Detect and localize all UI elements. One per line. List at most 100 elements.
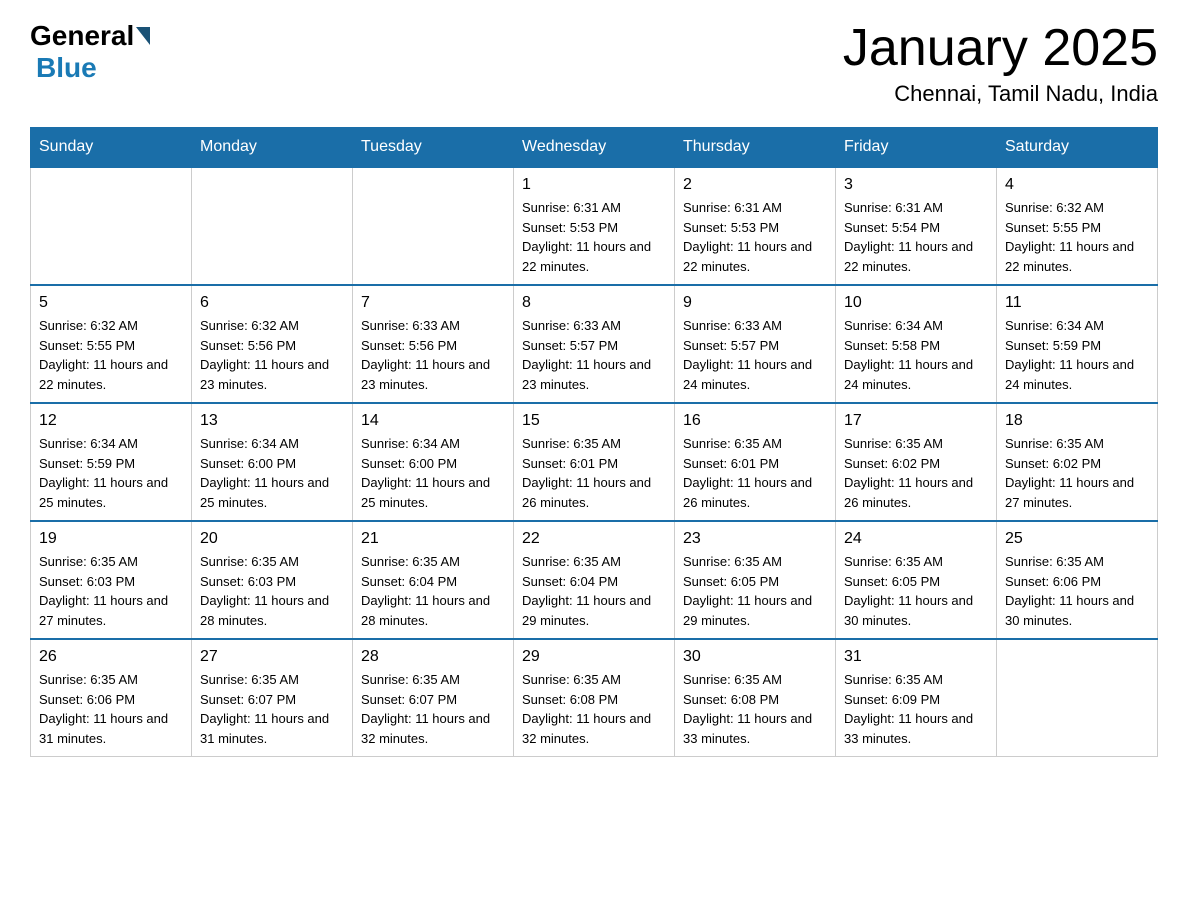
- day-info: Sunrise: 6:35 AMSunset: 6:04 PMDaylight:…: [522, 552, 666, 630]
- day-info: Sunrise: 6:35 AMSunset: 6:05 PMDaylight:…: [683, 552, 827, 630]
- day-info: Sunrise: 6:35 AMSunset: 6:08 PMDaylight:…: [522, 670, 666, 748]
- day-info: Sunrise: 6:35 AMSunset: 6:03 PMDaylight:…: [39, 552, 183, 630]
- day-number: 5: [39, 294, 183, 312]
- day-number: 23: [683, 530, 827, 548]
- day-info: Sunrise: 6:35 AMSunset: 6:02 PMDaylight:…: [844, 434, 988, 512]
- calendar-header-friday: Friday: [836, 128, 997, 168]
- day-info: Sunrise: 6:34 AMSunset: 5:59 PMDaylight:…: [39, 434, 183, 512]
- day-info: Sunrise: 6:34 AMSunset: 5:59 PMDaylight:…: [1005, 316, 1149, 394]
- day-info: Sunrise: 6:35 AMSunset: 6:01 PMDaylight:…: [683, 434, 827, 512]
- day-info: Sunrise: 6:35 AMSunset: 6:04 PMDaylight:…: [361, 552, 505, 630]
- day-number: 15: [522, 412, 666, 430]
- day-info: Sunrise: 6:35 AMSunset: 6:06 PMDaylight:…: [1005, 552, 1149, 630]
- day-info: Sunrise: 6:31 AMSunset: 5:53 PMDaylight:…: [683, 198, 827, 276]
- calendar-cell: 10 Sunrise: 6:34 AMSunset: 5:58 PMDayligh…: [836, 285, 997, 403]
- location: Chennai, Tamil Nadu, India: [843, 81, 1158, 107]
- calendar-cell: 3 Sunrise: 6:31 AMSunset: 5:54 PMDaylight…: [836, 167, 997, 285]
- day-info: Sunrise: 6:35 AMSunset: 6:06 PMDaylight:…: [39, 670, 183, 748]
- day-number: 10: [844, 294, 988, 312]
- page-header: General Blue January 2025 Chennai, Tamil…: [30, 20, 1158, 107]
- day-number: 18: [1005, 412, 1149, 430]
- calendar-table: SundayMondayTuesdayWednesdayThursdayFrid…: [30, 127, 1158, 757]
- calendar-cell: [31, 167, 192, 285]
- calendar-cell: 28 Sunrise: 6:35 AMSunset: 6:07 PMDayligh…: [353, 639, 514, 757]
- day-number: 14: [361, 412, 505, 430]
- calendar-cell: 23 Sunrise: 6:35 AMSunset: 6:05 PMDayligh…: [675, 521, 836, 639]
- calendar-cell: 25 Sunrise: 6:35 AMSunset: 6:06 PMDayligh…: [997, 521, 1158, 639]
- title-area: January 2025 Chennai, Tamil Nadu, India: [843, 20, 1158, 107]
- calendar-week-row: 19 Sunrise: 6:35 AMSunset: 6:03 PMDayligh…: [31, 521, 1158, 639]
- calendar-week-row: 12Sunrise: 6:34 AMSunset: 5:59 PMDayligh…: [31, 403, 1158, 521]
- calendar-cell: 31 Sunrise: 6:35 AMSunset: 6:09 PMDayligh…: [836, 639, 997, 757]
- day-number: 4: [1005, 176, 1149, 194]
- day-info: Sunrise: 6:35 AMSunset: 6:09 PMDaylight:…: [844, 670, 988, 748]
- day-number: 2: [683, 176, 827, 194]
- calendar-cell: 26 Sunrise: 6:35 AMSunset: 6:06 PMDayligh…: [31, 639, 192, 757]
- day-info: Sunrise: 6:31 AMSunset: 5:53 PMDaylight:…: [522, 198, 666, 276]
- day-number: 19: [39, 530, 183, 548]
- day-number: 21: [361, 530, 505, 548]
- calendar-cell: 20 Sunrise: 6:35 AMSunset: 6:03 PMDayligh…: [192, 521, 353, 639]
- calendar-cell: 13Sunrise: 6:34 AMSunset: 6:00 PMDayligh…: [192, 403, 353, 521]
- day-info: Sunrise: 6:34 AMSunset: 5:58 PMDaylight:…: [844, 316, 988, 394]
- day-number: 3: [844, 176, 988, 194]
- logo-blue-text: Blue: [36, 52, 97, 84]
- day-number: 8: [522, 294, 666, 312]
- day-number: 31: [844, 648, 988, 666]
- day-info: Sunrise: 6:35 AMSunset: 6:08 PMDaylight:…: [683, 670, 827, 748]
- day-info: Sunrise: 6:35 AMSunset: 6:01 PMDaylight:…: [522, 434, 666, 512]
- day-number: 7: [361, 294, 505, 312]
- day-info: Sunrise: 6:31 AMSunset: 5:54 PMDaylight:…: [844, 198, 988, 276]
- calendar-cell: 6Sunrise: 6:32 AMSunset: 5:56 PMDaylight…: [192, 285, 353, 403]
- day-number: 20: [200, 530, 344, 548]
- calendar-cell: 14 Sunrise: 6:34 AMSunset: 6:00 PMDayligh…: [353, 403, 514, 521]
- day-number: 9: [683, 294, 827, 312]
- calendar-cell: 9 Sunrise: 6:33 AMSunset: 5:57 PMDaylight…: [675, 285, 836, 403]
- calendar-header-sunday: Sunday: [31, 128, 192, 168]
- calendar-cell: 17Sunrise: 6:35 AMSunset: 6:02 PMDayligh…: [836, 403, 997, 521]
- calendar-cell: 16Sunrise: 6:35 AMSunset: 6:01 PMDayligh…: [675, 403, 836, 521]
- day-info: Sunrise: 6:34 AMSunset: 6:00 PMDaylight:…: [361, 434, 505, 512]
- day-number: 30: [683, 648, 827, 666]
- calendar-cell: 15 Sunrise: 6:35 AMSunset: 6:01 PMDayligh…: [514, 403, 675, 521]
- day-info: Sunrise: 6:33 AMSunset: 5:57 PMDaylight:…: [522, 316, 666, 394]
- calendar-cell: 4Sunrise: 6:32 AMSunset: 5:55 PMDaylight…: [997, 167, 1158, 285]
- logo-arrow-icon: [136, 27, 150, 45]
- calendar-cell: 24Sunrise: 6:35 AMSunset: 6:05 PMDayligh…: [836, 521, 997, 639]
- day-number: 11: [1005, 294, 1149, 312]
- calendar-week-row: 1 Sunrise: 6:31 AMSunset: 5:53 PMDaylight…: [31, 167, 1158, 285]
- day-info: Sunrise: 6:32 AMSunset: 5:56 PMDaylight:…: [200, 316, 344, 394]
- calendar-header-wednesday: Wednesday: [514, 128, 675, 168]
- calendar-cell: 18 Sunrise: 6:35 AMSunset: 6:02 PMDayligh…: [997, 403, 1158, 521]
- day-number: 27: [200, 648, 344, 666]
- calendar-header-saturday: Saturday: [997, 128, 1158, 168]
- calendar-cell: 29Sunrise: 6:35 AMSunset: 6:08 PMDayligh…: [514, 639, 675, 757]
- calendar-week-row: 26 Sunrise: 6:35 AMSunset: 6:06 PMDayligh…: [31, 639, 1158, 757]
- day-info: Sunrise: 6:35 AMSunset: 6:07 PMDaylight:…: [361, 670, 505, 748]
- logo: General Blue: [30, 20, 150, 84]
- day-number: 26: [39, 648, 183, 666]
- day-number: 25: [1005, 530, 1149, 548]
- calendar-cell: [353, 167, 514, 285]
- day-info: Sunrise: 6:32 AMSunset: 5:55 PMDaylight:…: [39, 316, 183, 394]
- calendar-header-thursday: Thursday: [675, 128, 836, 168]
- day-number: 1: [522, 176, 666, 194]
- day-info: Sunrise: 6:35 AMSunset: 6:03 PMDaylight:…: [200, 552, 344, 630]
- calendar-week-row: 5 Sunrise: 6:32 AMSunset: 5:55 PMDaylight…: [31, 285, 1158, 403]
- calendar-cell: 2 Sunrise: 6:31 AMSunset: 5:53 PMDaylight…: [675, 167, 836, 285]
- day-info: Sunrise: 6:33 AMSunset: 5:56 PMDaylight:…: [361, 316, 505, 394]
- day-number: 28: [361, 648, 505, 666]
- month-title: January 2025: [843, 20, 1158, 77]
- day-info: Sunrise: 6:33 AMSunset: 5:57 PMDaylight:…: [683, 316, 827, 394]
- calendar-cell: 7 Sunrise: 6:33 AMSunset: 5:56 PMDaylight…: [353, 285, 514, 403]
- calendar-header-tuesday: Tuesday: [353, 128, 514, 168]
- calendar-cell: 11 Sunrise: 6:34 AMSunset: 5:59 PMDayligh…: [997, 285, 1158, 403]
- calendar-cell: 30 Sunrise: 6:35 AMSunset: 6:08 PMDayligh…: [675, 639, 836, 757]
- day-info: Sunrise: 6:35 AMSunset: 6:05 PMDaylight:…: [844, 552, 988, 630]
- day-info: Sunrise: 6:35 AMSunset: 6:02 PMDaylight:…: [1005, 434, 1149, 512]
- calendar-header-row: SundayMondayTuesdayWednesdayThursdayFrid…: [31, 128, 1158, 168]
- calendar-cell: 22Sunrise: 6:35 AMSunset: 6:04 PMDayligh…: [514, 521, 675, 639]
- calendar-cell: [997, 639, 1158, 757]
- calendar-cell: 19 Sunrise: 6:35 AMSunset: 6:03 PMDayligh…: [31, 521, 192, 639]
- calendar-header-monday: Monday: [192, 128, 353, 168]
